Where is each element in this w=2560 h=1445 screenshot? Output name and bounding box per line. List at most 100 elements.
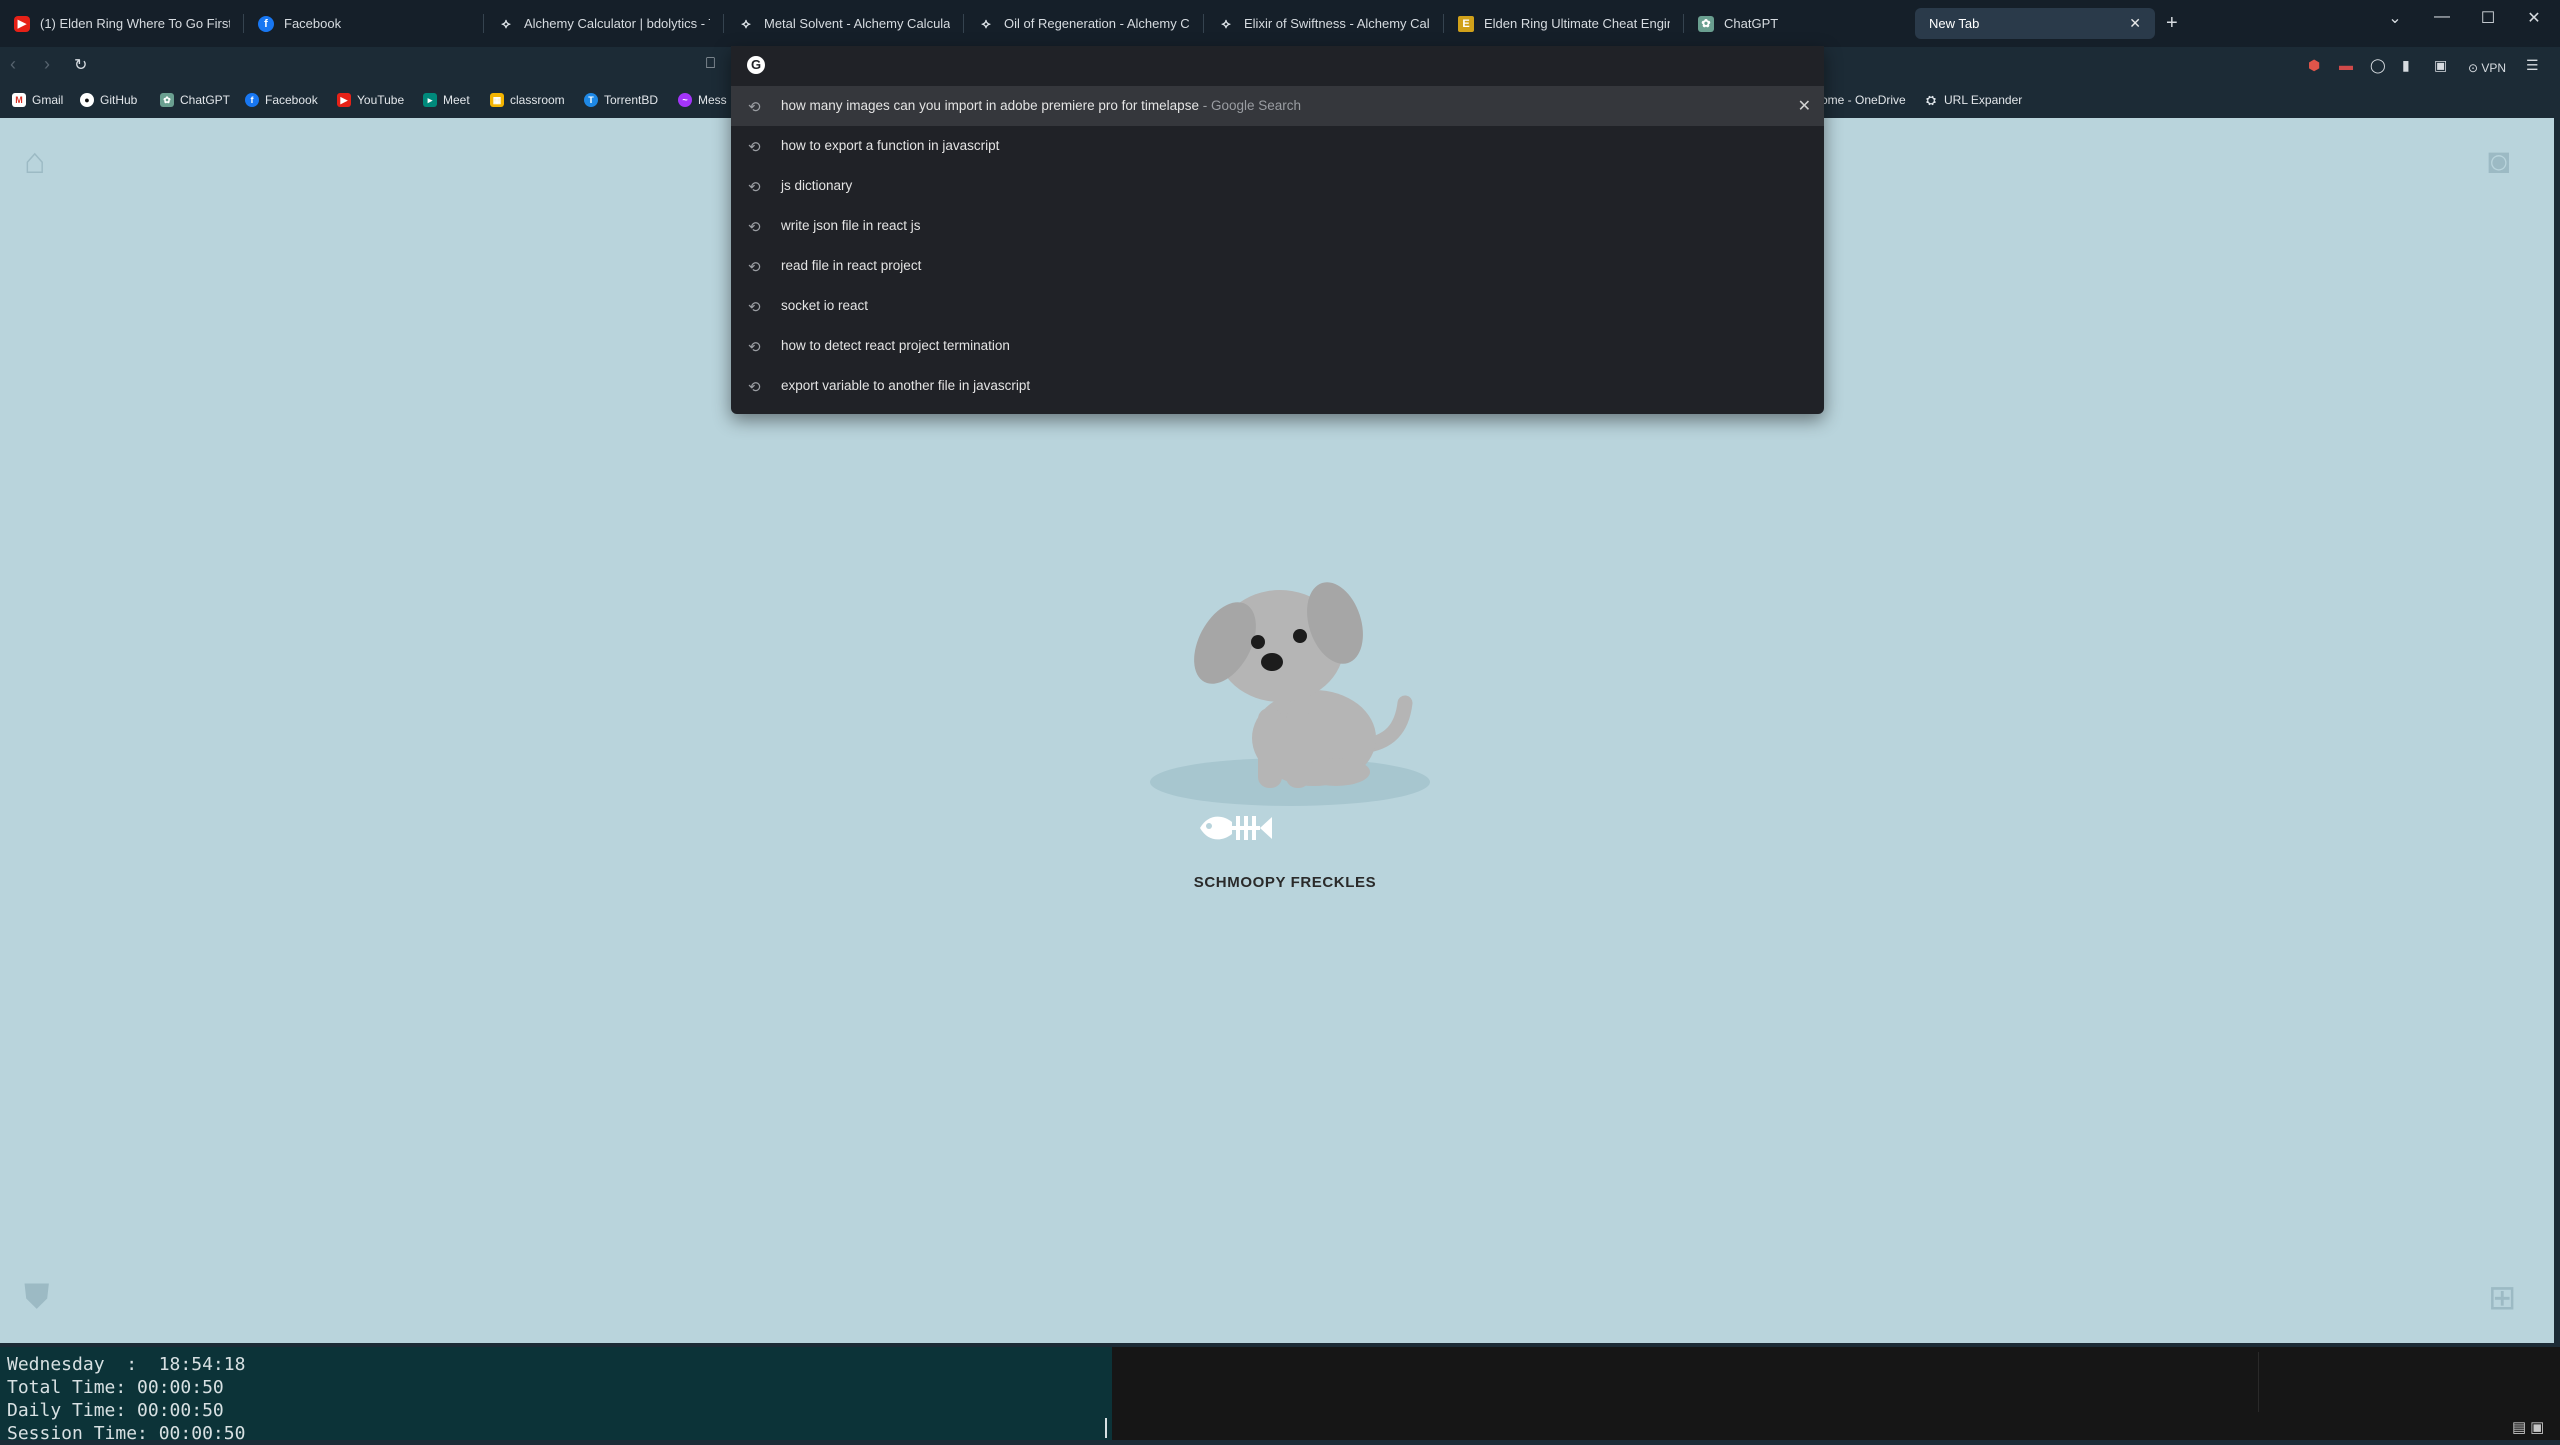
text-cursor — [1105, 1418, 1107, 1438]
suggestion-text: how to detect react project termination — [781, 338, 1010, 353]
gift-icon[interactable]: ⊞ — [2488, 1278, 2517, 1318]
tab[interactable]: E Elden Ring Ultimate Cheat Engine Ta — [1444, 8, 1684, 39]
bookmark-messenger[interactable]: ~ Mess — [678, 93, 727, 107]
suggestion-text: socket io react — [781, 298, 869, 313]
bookmark-youtube[interactable]: ▶ YouTube — [337, 93, 404, 107]
camera-icon[interactable]: ◙ — [2488, 140, 2510, 182]
bookmark-label: TorrentBD — [604, 93, 659, 107]
classroom-icon: ▦ — [490, 93, 504, 107]
tab-title: Elden Ring Ultimate Cheat Engine Ta — [1484, 16, 1670, 31]
new-tab-button[interactable]: + — [2166, 12, 2178, 34]
menu-icon[interactable]: ☰ — [2526, 57, 2539, 74]
suggestion-item[interactable]: ⟲ how many images can you import in adob… — [731, 86, 1824, 126]
tab[interactable]: ▶ (1) Elden Ring Where To Go First | Be — [0, 8, 244, 39]
bookmark-torrentbd[interactable]: T TorrentBD — [584, 93, 658, 107]
chat-icon[interactable]: ◯ — [2370, 57, 2386, 74]
url-expander-icon: ⛭ — [1926, 92, 1936, 107]
bookmark-label: GitHub — [100, 93, 138, 107]
time-tracker-panel: Wednesday : 18:54:18 Total Time: 00:00:5… — [0, 1347, 1112, 1444]
history-icon: ⟲ — [748, 299, 761, 316]
tab-title: Alchemy Calculator | bdolytics - The — [524, 16, 710, 31]
close-window-button[interactable]: ✕ — [2519, 8, 2549, 28]
home-icon[interactable]: ⌂ — [24, 140, 46, 182]
forward-icon[interactable]: › — [44, 54, 50, 75]
bookmark-label: Facebook — [265, 93, 318, 107]
suggestion-item[interactable]: ⟲ read file in react project — [731, 246, 1824, 286]
shop-bag-icon[interactable]: ⛊ — [24, 1278, 50, 1317]
pet-name: SCHMOOPY FRECKLES — [1193, 874, 1377, 891]
chatgpt-icon: ✿ — [160, 93, 174, 107]
minimize-button[interactable]: — — [2427, 8, 2457, 26]
tab[interactable]: ⟡ Alchemy Calculator | bdolytics - The — [484, 8, 724, 39]
bookmark-meet[interactable]: ▸ Meet — [423, 93, 470, 107]
gmail-icon: M — [12, 93, 26, 107]
alchemy-icon: ⟡ — [501, 15, 511, 31]
history-icon: ⟲ — [748, 339, 761, 356]
facebook-icon: f — [258, 15, 274, 32]
google-icon: G — [747, 56, 765, 74]
tab[interactable]: f Facebook — [244, 8, 484, 39]
suggestion-item[interactable]: ⟲ how to detect react project terminatio… — [731, 326, 1824, 366]
back-icon[interactable]: ‹ — [10, 54, 16, 75]
tab-title: Facebook — [284, 16, 342, 31]
chatgpt-icon: ✿ — [1698, 15, 1714, 32]
bookmark-facebook[interactable]: f Facebook — [245, 93, 318, 107]
suggestion-item[interactable]: ⟲ write json file in react js — [731, 206, 1824, 246]
bookmark-label: Gmail — [32, 93, 64, 107]
sidebar-icon[interactable]: ▮ — [2402, 57, 2410, 74]
bookmark-chatgpt[interactable]: ✿ ChatGPT — [160, 93, 230, 107]
bookmark-onedrive[interactable]: ome - OneDrive — [1821, 93, 1906, 107]
vpn-label: VPN — [2481, 61, 2507, 75]
history-icon: ⟲ — [748, 219, 761, 236]
history-icon: ⟲ — [748, 259, 761, 276]
bookmark-label: URL Expander — [1944, 93, 2023, 107]
bookmark-url-expander[interactable]: ⛭ URL Expander — [1924, 92, 2023, 108]
youtube-icon: ▶ — [14, 15, 30, 32]
alchemy-icon: ⟡ — [741, 15, 751, 31]
extension-icon[interactable]: ▬ — [2339, 57, 2353, 73]
panel-divider — [2258, 1352, 2259, 1412]
meet-icon: ▸ — [423, 93, 437, 107]
tab-title: Elixir of Swiftness - Alchemy Calculat — [1244, 16, 1430, 31]
bookmark-label: Meet — [443, 93, 470, 107]
suggestion-item[interactable]: ⟲ js dictionary — [731, 166, 1824, 206]
remove-suggestion-icon[interactable]: ✕ — [1798, 96, 1811, 116]
tab[interactable]: ⟡ Metal Solvent - Alchemy Calculator — [724, 8, 964, 39]
tab-title: (1) Elden Ring Where To Go First | Be — [40, 16, 230, 31]
tab-search-icon[interactable]: ⌄ — [2380, 8, 2410, 28]
daily-time: Daily Time: 00:00:50 — [7, 1400, 224, 1421]
bookmark-github[interactable]: ● GitHub — [80, 93, 137, 107]
suggestion-text: how many images can you import in adobe … — [781, 98, 1199, 113]
alchemy-icon: ⟡ — [981, 15, 991, 31]
suggestion-item[interactable]: ⟲ export variable to another file in jav… — [731, 366, 1824, 406]
fish-bone-icon[interactable] — [1196, 808, 1276, 848]
bookmark-classroom[interactable]: ▦ classroom — [490, 93, 565, 107]
tab-strip: ▶ (1) Elden Ring Where To Go First | Be … — [0, 0, 2560, 47]
suggestion-item[interactable]: ⟲ how to export a function in javascript — [731, 126, 1824, 166]
maximize-button[interactable]: ☐ — [2473, 8, 2503, 28]
tab-title: ChatGPT — [1724, 16, 1779, 31]
snapshot-icon[interactable]: ▣ — [2434, 57, 2447, 74]
suggestion-item[interactable]: ⟲ socket io react — [731, 286, 1824, 326]
address-input[interactable] — [779, 52, 1783, 80]
suggestion-text: how to export a function in javascript — [781, 138, 1000, 153]
tab[interactable]: ⟡ Oil of Regeneration - Alchemy Calcu — [964, 8, 1204, 39]
bookmark-gmail[interactable]: M Gmail — [12, 93, 63, 107]
bookmark-label: Mess — [698, 93, 727, 107]
omnibox-dropdown: G ⟲ how many images can you import in ad… — [731, 46, 1824, 414]
close-icon[interactable]: ✕ — [2129, 15, 2141, 32]
github-icon: ● — [80, 93, 94, 107]
layout-toggle-icons[interactable]: ▤▣ — [2512, 1418, 2548, 1436]
reload-icon[interactable]: ↻ — [74, 55, 87, 75]
history-icon: ⟲ — [748, 99, 761, 116]
tab-new-tab[interactable]: New Tab ✕ — [1915, 8, 2155, 39]
tab[interactable]: ⟡ Elixir of Swiftness - Alchemy Calculat — [1204, 8, 1444, 39]
suggestion-text: write json file in react js — [781, 218, 921, 233]
address-bar: G — [731, 46, 1824, 84]
pet-dog-illustration[interactable] — [1140, 558, 1440, 858]
tab[interactable]: ✿ ChatGPT — [1684, 8, 1924, 39]
bookmark-icon[interactable]: ⎕ — [706, 55, 715, 72]
history-icon: ⟲ — [748, 179, 761, 196]
extension-icon[interactable]: ⬢ — [2308, 57, 2320, 74]
vpn-badge[interactable]: ⊙ VPN — [2468, 61, 2506, 75]
